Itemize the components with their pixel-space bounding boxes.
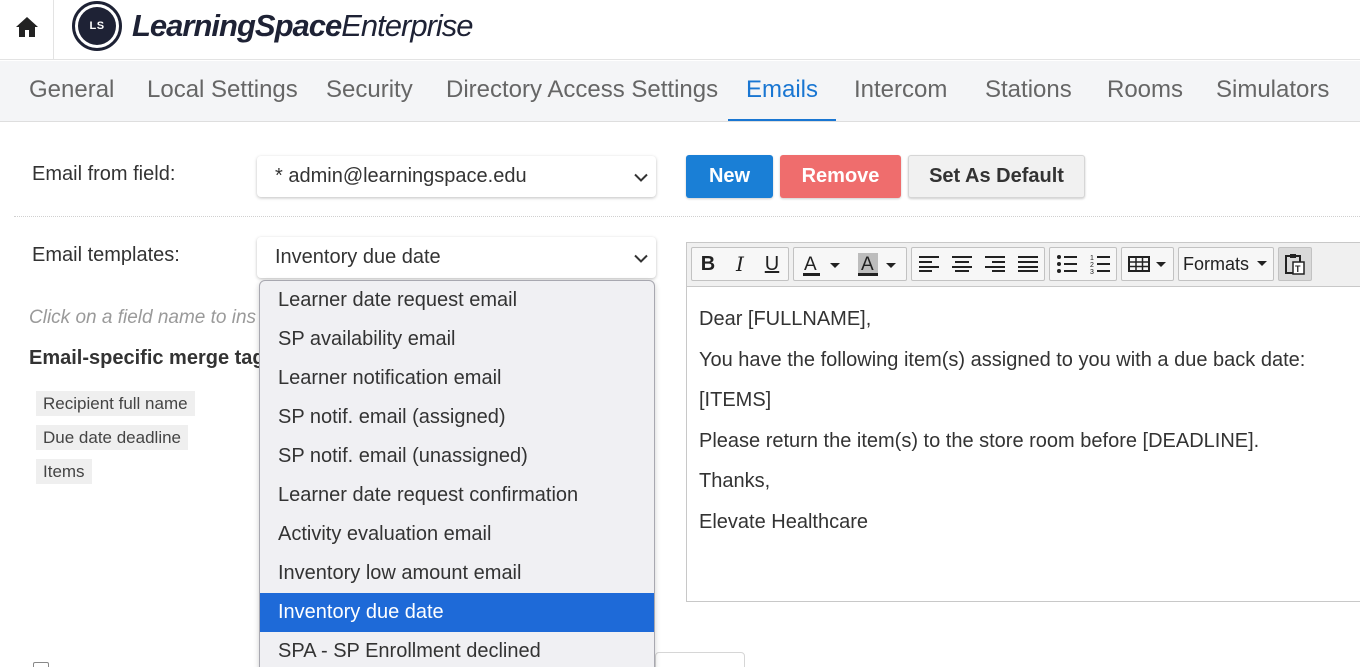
dropdown-option[interactable]: Inventory low amount email <box>260 554 654 593</box>
home-icon <box>15 16 39 43</box>
paste-text-icon[interactable]: T <box>1279 248 1311 280</box>
tab-directory-access-settings[interactable]: Directory Access Settings <box>446 61 718 121</box>
dropdown-option[interactable]: Learner notification email <box>260 359 654 398</box>
tab-general[interactable]: General <box>29 61 114 121</box>
tab-rooms[interactable]: Rooms <box>1107 61 1183 121</box>
dropdown-option[interactable]: SPA - SP Enrollment declined <box>260 632 654 667</box>
editor-line: Elevate Healthcare <box>699 510 868 533</box>
new-button[interactable]: New <box>686 155 773 198</box>
svg-text:A: A <box>804 254 817 275</box>
underline-icon[interactable]: U <box>756 248 788 280</box>
table-group <box>1121 247 1174 281</box>
dropdown-option[interactable]: SP availability email <box>260 320 654 359</box>
email-from-value: * admin@learningspace.edu <box>275 165 527 187</box>
numbered-list-icon[interactable]: 123 <box>1083 248 1116 280</box>
svg-text:T: T <box>1295 264 1301 274</box>
merge-tag-hint: Click on a field name to ins <box>29 307 257 328</box>
editor-toolbar: B I U A A 123 Formats T <box>687 243 1360 287</box>
svg-text:A: A <box>861 254 874 275</box>
editor-line: You have the following item(s) assigned … <box>699 348 1306 371</box>
editor-line: Dear [FULLNAME], <box>699 308 872 330</box>
top-header: LS LearningSpaceEnterprise <box>0 0 1360 60</box>
align-justify-icon[interactable] <box>1011 248 1044 280</box>
align-left-icon[interactable] <box>912 248 945 280</box>
email-templates-label: Email templates: <box>32 244 180 266</box>
dropdown-option[interactable]: Activity evaluation email <box>260 515 654 554</box>
editor-line: Please return the item(s) to the store r… <box>699 429 1260 452</box>
tab-security[interactable]: Security <box>326 61 413 121</box>
editor-line: Thanks, <box>699 470 771 492</box>
merge-tags-title: Email-specific merge tags <box>29 347 276 369</box>
paste-group: T <box>1278 247 1312 281</box>
set-as-default-button[interactable]: Set As Default <box>908 155 1085 198</box>
merge-tag-recipient-full-name[interactable]: Recipient full name <box>36 391 195 416</box>
background-color-icon[interactable]: A <box>850 248 906 280</box>
svg-text:2: 2 <box>1090 262 1094 269</box>
remove-button[interactable]: Remove <box>780 155 901 198</box>
dropdown-option-selected[interactable]: Inventory due date <box>260 593 654 632</box>
editor-line: [ITEMS] <box>699 389 772 411</box>
tab-emails[interactable]: Emails <box>728 61 837 121</box>
list-group: 123 <box>1049 247 1117 281</box>
brand-name: LearningSpaceEnterprise <box>132 8 474 43</box>
bold-icon[interactable]: B <box>692 248 724 280</box>
formats-group: Formats <box>1178 247 1274 281</box>
formats-dropdown[interactable]: Formats <box>1179 248 1273 280</box>
text-color-icon[interactable]: A <box>794 248 850 280</box>
home-button[interactable] <box>0 0 54 59</box>
tab-simulators[interactable]: Simulators <box>1216 61 1329 121</box>
align-right-icon[interactable] <box>978 248 1011 280</box>
table-icon[interactable] <box>1122 248 1173 280</box>
dropdown-option[interactable]: Learner date request confirmation <box>260 476 654 515</box>
email-from-label: Email from field: <box>32 163 176 185</box>
tab-local-settings[interactable]: Local Settings <box>147 61 298 121</box>
chevron-down-icon <box>634 246 648 269</box>
section-divider <box>14 216 1360 217</box>
italic-icon[interactable]: I <box>724 248 756 280</box>
editor-content[interactable]: Dear [FULLNAME], You have the following … <box>699 299 1305 542</box>
merge-tag-items[interactable]: Items <box>36 459 92 484</box>
tab-intercom[interactable]: Intercom <box>854 61 947 121</box>
dropdown-option[interactable]: SP notif. email (assigned) <box>260 398 654 437</box>
color-group: A A <box>793 247 907 281</box>
email-templates-select[interactable]: Inventory due date <box>257 237 656 278</box>
merge-tag-due-date-deadline[interactable]: Due date deadline <box>36 425 189 450</box>
email-templates-value: Inventory due date <box>275 246 441 268</box>
email-templates-dropdown-list: Learner date request email SP availabili… <box>259 280 655 667</box>
brand-logo[interactable]: LS LearningSpaceEnterprise <box>72 0 474 52</box>
chevron-down-icon <box>634 165 648 188</box>
settings-tab-bar: General Local Settings Security Director… <box>0 61 1360 122</box>
dropdown-option[interactable]: SP notif. email (unassigned) <box>260 437 654 476</box>
email-from-select[interactable]: * admin@learningspace.edu <box>257 156 656 197</box>
dropdown-option[interactable]: Learner date request email <box>260 281 654 320</box>
alignment-group <box>911 247 1045 281</box>
align-center-icon[interactable] <box>945 248 978 280</box>
bullet-list-icon[interactable] <box>1050 248 1083 280</box>
svg-text:3: 3 <box>1090 269 1094 274</box>
svg-text:1: 1 <box>1090 255 1094 262</box>
tab-stations[interactable]: Stations <box>985 61 1072 121</box>
text-style-group: B I U <box>691 247 789 281</box>
bottom-field[interactable] <box>655 652 745 667</box>
logo-mark: LS <box>72 1 122 51</box>
email-body-editor[interactable]: B I U A A 123 Formats T Dear [FULLNAME],… <box>686 242 1360 602</box>
option-checkbox[interactable] <box>33 662 49 667</box>
